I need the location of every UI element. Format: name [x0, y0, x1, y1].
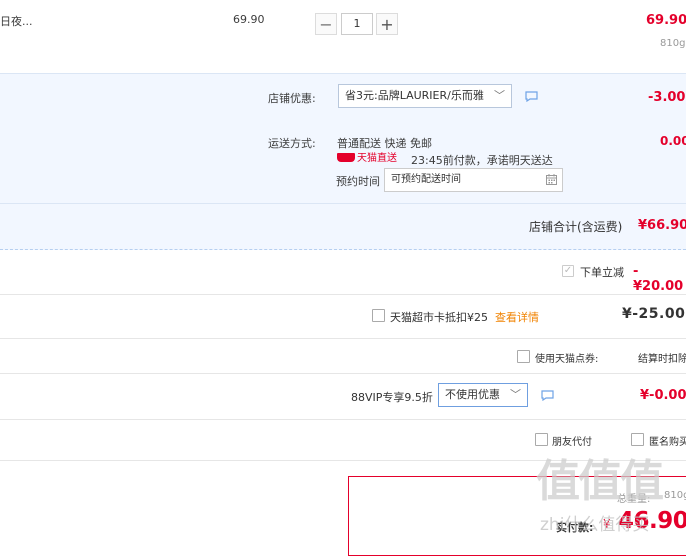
supermarket-card-checkbox[interactable]: [372, 309, 385, 322]
shipping-method: 普通配送 快递 免邮: [337, 137, 432, 150]
appointment-time-placeholder: 可预约配送时间: [391, 174, 461, 185]
quantity-input[interactable]: 1: [341, 13, 373, 35]
divider: [0, 373, 686, 374]
chevron-down-icon: ﹀: [494, 89, 505, 102]
shop-discount-select[interactable]: 省3元:品牌LAURIER/乐而雅 ﹀: [338, 84, 512, 108]
shipping-amount: 0.00: [660, 134, 686, 148]
order-discount-checkbox: ✓: [562, 265, 574, 277]
tmall-cat-icon: [337, 153, 355, 162]
friend-pay-checkbox[interactable]: [535, 433, 548, 446]
delivery-promise: 23:45前付款，承诺明天送达: [411, 154, 553, 167]
divider: [0, 338, 686, 339]
chat-bubble-icon[interactable]: [525, 91, 538, 102]
supermarket-card-label: 天猫超市卡抵扣¥25: [390, 311, 488, 324]
tmall-points-checkbox[interactable]: [517, 350, 530, 363]
tmall-points-note: 结算时扣除: [638, 354, 686, 365]
appointment-label: 预约时间: [336, 175, 380, 188]
order-discount-amount: -¥20.00: [633, 264, 684, 294]
vip-label: 88VIP专享9.5折: [351, 391, 433, 404]
quantity-increase-button[interactable]: +: [376, 13, 398, 35]
shop-total-divider: [0, 249, 686, 250]
tmall-direct-label: 天猫直送: [357, 153, 397, 164]
shop-total-label: 店铺合计(含运费): [529, 220, 623, 234]
watermark-text: zhi什么值得买: [540, 515, 650, 535]
tmall-points-label: 使用天猫点券:: [535, 354, 599, 365]
friend-pay-label: 朋友代付: [552, 437, 592, 448]
appointment-time-input[interactable]: 可预约配送时间: [384, 168, 563, 192]
vip-discount-amount: ¥-0.00: [640, 388, 686, 403]
quantity-decrease-button[interactable]: −: [315, 13, 337, 35]
shop-total-amount: ¥66.90: [638, 218, 686, 233]
tmall-direct-badge: 天猫直送: [337, 152, 397, 166]
product-weight: 810g: [660, 38, 686, 49]
shop-discount-select-value: 省3元:品牌LAURIER/乐而雅: [345, 89, 484, 102]
watermark-logo: 值值值: [536, 456, 664, 507]
calendar-icon[interactable]: [546, 174, 557, 185]
shop-discount-amount: -3.00: [648, 90, 686, 105]
supermarket-card-details-link[interactable]: 查看详情: [495, 309, 539, 325]
vip-discount-select-value: 不使用优惠: [445, 388, 500, 401]
anonymous-checkbox[interactable]: [631, 433, 644, 446]
divider: [0, 419, 686, 420]
anonymous-label: 匿名购买: [649, 437, 686, 448]
product-name[interactable]: 日夜...: [0, 13, 33, 29]
order-discount-label: 下单立减: [580, 266, 624, 279]
shipping-label: 运送方式:: [268, 137, 316, 150]
chevron-down-icon: ﹀: [510, 388, 521, 401]
vip-discount-select[interactable]: 不使用优惠 ﹀: [438, 383, 528, 407]
supermarket-card-amount: ¥-25.00: [622, 306, 686, 322]
shop-discount-label: 店铺优惠:: [268, 92, 316, 105]
unit-price: 69.90: [233, 13, 265, 26]
chat-bubble-icon[interactable]: [541, 390, 554, 401]
divider: [0, 294, 686, 295]
product-subtotal: 69.90: [646, 13, 686, 28]
